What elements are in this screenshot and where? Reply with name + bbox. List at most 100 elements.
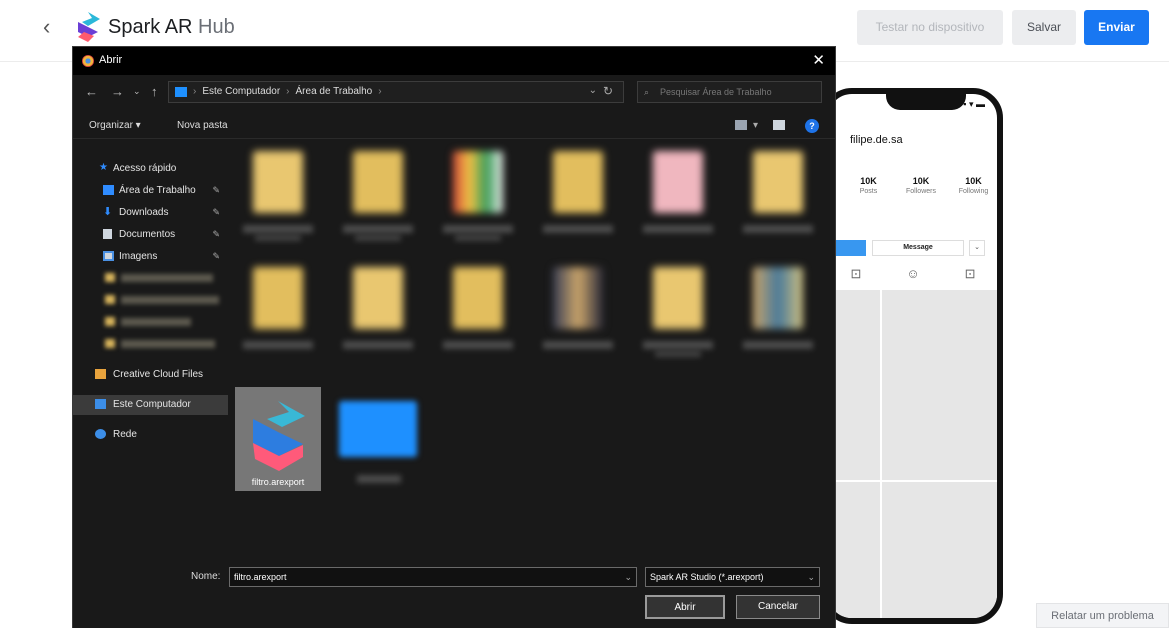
- preview-pane-icon[interactable]: [773, 120, 785, 130]
- recent-dropdown-icon[interactable]: ⌄: [133, 86, 141, 97]
- blurred-file-name: [543, 225, 613, 233]
- folder-icon: [105, 317, 115, 326]
- blurred-file-name: [443, 341, 513, 349]
- filetype-select[interactable]: Spark AR Studio (*.arexport) ⌄: [645, 567, 820, 587]
- cancel-button[interactable]: Cancelar: [736, 595, 820, 619]
- file-item[interactable]: [435, 139, 521, 243]
- sidebar-item-quick-access[interactable]: ★ Acesso rápido: [73, 159, 228, 179]
- folder-icon: [753, 151, 803, 213]
- blurred-file-name: [243, 225, 313, 233]
- sidebar-item-downloads[interactable]: ⬇ Downloads ✎: [73, 203, 228, 223]
- new-folder-button[interactable]: Nova pasta: [177, 120, 228, 131]
- chevron-left-icon[interactable]: ‹: [43, 14, 50, 40]
- address-dropdown-icon[interactable]: ⌄: [589, 85, 597, 96]
- file-item[interactable]: [535, 255, 621, 359]
- save-button[interactable]: Salvar: [1012, 10, 1076, 45]
- breadcrumb-desktop[interactable]: Área de Trabalho: [296, 86, 373, 97]
- profile-name: filipe.de.sa: [850, 134, 903, 146]
- filetype-value: Spark AR Studio (*.arexport): [650, 572, 764, 582]
- open-file-dialog: Abrir ✕ ← → ⌄ ↑ › Este Computador › Área…: [72, 46, 836, 628]
- folder-icon: [105, 273, 115, 282]
- file-item[interactable]: [735, 255, 821, 359]
- forward-arrow-icon[interactable]: →: [111, 84, 124, 99]
- file-item[interactable]: [335, 255, 421, 359]
- send-button[interactable]: Enviar: [1084, 10, 1149, 45]
- address-bar[interactable]: › Este Computador › Área de Trabalho › ⌄: [168, 81, 624, 103]
- help-icon[interactable]: ?: [805, 119, 819, 133]
- computer-icon: [175, 87, 187, 97]
- blurred-file-name: [343, 225, 413, 233]
- test-on-device-button[interactable]: Testar no dispositivo: [857, 10, 1003, 45]
- file-grid: filtro.arexport: [233, 139, 833, 559]
- effects-tab-icon: ☺: [906, 266, 920, 281]
- download-icon: ⬇: [103, 206, 113, 218]
- tagged-tab-icon: ⊡: [964, 266, 976, 281]
- blurred-file-name: [743, 341, 813, 349]
- filename-input[interactable]: filtro.arexport ⌄: [229, 567, 637, 587]
- close-icon[interactable]: ✕: [812, 51, 825, 69]
- file-item[interactable]: [235, 255, 321, 359]
- computer-icon: [95, 399, 106, 409]
- folder-icon: [453, 267, 503, 329]
- blurred-file-name: [443, 225, 513, 233]
- sidebar-item-this-pc[interactable]: Este Computador: [73, 395, 228, 415]
- search-placeholder: Pesquisar Área de Trabalho: [660, 87, 772, 97]
- up-arrow-icon[interactable]: ↑: [151, 84, 158, 99]
- file-item-selected[interactable]: filtro.arexport: [235, 387, 321, 491]
- filename-label: Nome:: [191, 571, 221, 582]
- breadcrumb-this-pc[interactable]: Este Computador: [202, 86, 280, 97]
- stat-following: 10K Following: [951, 176, 996, 195]
- stat-label: Followers: [906, 188, 936, 195]
- open-button[interactable]: Abrir: [645, 595, 725, 619]
- report-problem-button[interactable]: Relatar um problema: [1036, 603, 1169, 628]
- sidebar-item-images[interactable]: Imagens ✎: [73, 247, 228, 267]
- sidebar-item-creative-cloud[interactable]: Creative Cloud Files: [73, 365, 228, 385]
- pin-icon: ✎: [212, 251, 220, 261]
- profile-tabs: ⊡ ☺ ⊡: [828, 266, 997, 282]
- file-item[interactable]: [635, 255, 721, 359]
- folder-icon: [353, 267, 403, 329]
- blurred-file-name: [643, 341, 713, 349]
- file-name: filtro.arexport: [251, 477, 305, 487]
- image-file-icon: [339, 401, 417, 457]
- stat-label: Following: [958, 188, 989, 195]
- file-item[interactable]: [435, 255, 521, 359]
- images-icon: [103, 251, 114, 261]
- file-item[interactable]: [535, 139, 621, 243]
- view-dropdown-icon[interactable]: ▾: [753, 120, 758, 131]
- file-item[interactable]: [335, 387, 421, 491]
- search-input[interactable]: ⌕ Pesquisar Área de Trabalho: [637, 81, 822, 103]
- dialog-title: Abrir: [99, 54, 123, 66]
- stat-posts: 10K Posts: [846, 176, 891, 195]
- back-arrow-icon[interactable]: ←: [85, 84, 98, 99]
- blurred-file-name: [357, 475, 401, 483]
- sidebar-label: Acesso rápido: [113, 163, 177, 174]
- star-icon: ★: [99, 162, 108, 173]
- blurred-file-name: [455, 235, 501, 241]
- sidebar-item-network[interactable]: Rede: [73, 425, 228, 445]
- sidebar-label: Creative Cloud Files: [113, 369, 204, 380]
- phone-notch: [886, 94, 966, 110]
- folder-icon: [553, 267, 603, 329]
- blurred-file-name: [255, 235, 301, 241]
- sidebar-label: Documentos: [119, 229, 176, 240]
- sidebar-item-desktop[interactable]: Área de Trabalho ✎: [73, 181, 228, 201]
- spark-ar-logo: [78, 12, 100, 42]
- stat-label: Posts: [859, 188, 878, 195]
- pin-icon: ✎: [212, 185, 220, 195]
- refresh-icon[interactable]: ↻: [603, 84, 613, 98]
- chevron-down-icon[interactable]: ⌄: [624, 568, 632, 586]
- organize-button[interactable]: Organizar ▾: [89, 120, 141, 131]
- breadcrumb-separator: ›: [378, 86, 382, 97]
- navigation-pane: ★ Acesso rápido Área de Trabalho ✎ ⬇ Dow…: [73, 139, 228, 559]
- file-item[interactable]: [635, 139, 721, 243]
- post-grid: [828, 290, 997, 618]
- folder-icon: [105, 339, 115, 348]
- view-options-icon[interactable]: [735, 120, 747, 130]
- document-icon: [103, 229, 112, 239]
- file-item[interactable]: [735, 139, 821, 243]
- file-item[interactable]: [235, 139, 321, 243]
- sidebar-item-documents[interactable]: Documentos ✎: [73, 225, 228, 245]
- file-item[interactable]: [335, 139, 421, 243]
- chevron-down-icon: ⌄: [969, 240, 985, 256]
